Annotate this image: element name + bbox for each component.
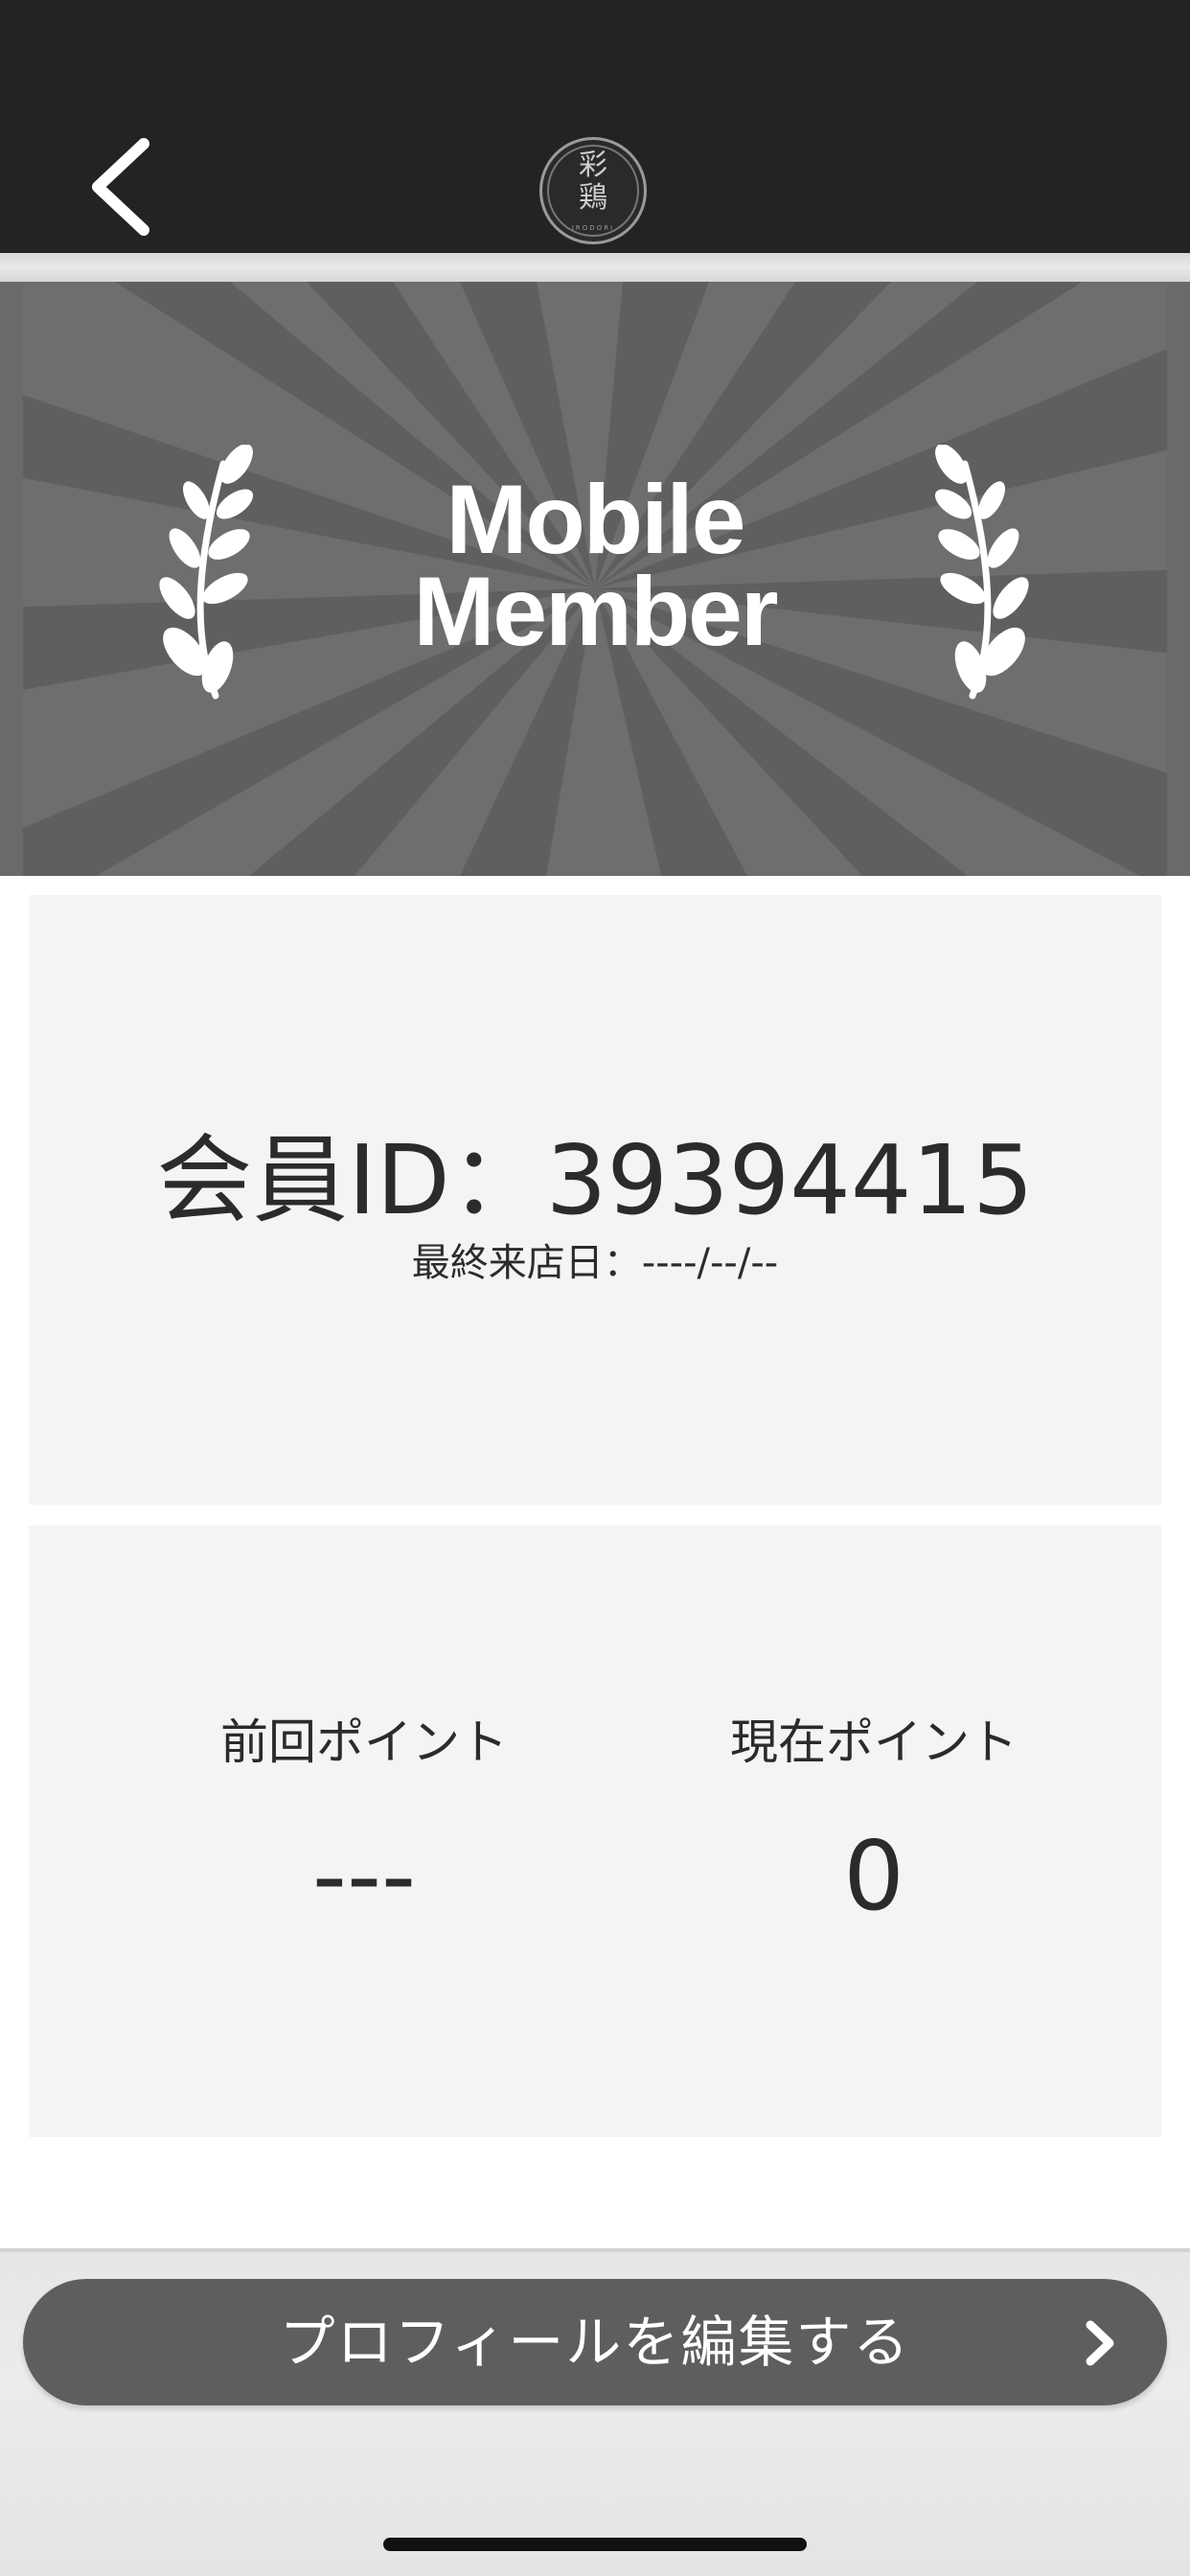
previous-points-value: --- <box>311 1820 417 1932</box>
current-points-label: 現在ポイント <box>730 1714 1018 1770</box>
texture-strip <box>0 253 1190 282</box>
current-points-value: 0 <box>843 1820 904 1932</box>
points-card: 前回ポイント --- 現在ポイント 0 <box>29 1526 1161 2137</box>
navigation-bar: 彩 鶏 IRODORI <box>0 0 1190 253</box>
current-points: 現在ポイント 0 <box>634 1714 1113 1934</box>
member-id-card: 会員ID：39394415 最終来店日：----/--/-- <box>29 895 1161 1505</box>
back-button[interactable] <box>77 125 163 249</box>
logo-subtext: IRODORI <box>571 224 615 232</box>
member-banner: Mobile Member <box>0 282 1190 876</box>
laurel-branch-icon-right <box>934 445 1040 703</box>
store-logo: 彩 鶏 IRODORI <box>539 137 647 244</box>
last-visit-date: 最終来店日：----/--/-- <box>411 1241 779 1285</box>
previous-points-label: 前回ポイント <box>220 1714 508 1770</box>
chevron-left-icon <box>92 138 149 236</box>
home-indicator[interactable] <box>383 2538 807 2551</box>
logo-character-1: 彩 <box>579 149 607 182</box>
member-id: 会員ID：39394415 <box>156 1124 1034 1236</box>
edit-profile-label: プロフィールを編集する <box>279 2310 911 2375</box>
previous-points: 前回ポイント --- <box>125 1714 604 1934</box>
chevron-right-icon <box>1081 2319 1119 2367</box>
edit-profile-button[interactable]: プロフィールを編集する <box>23 2279 1167 2405</box>
logo-character-2: 鶏 <box>579 181 607 215</box>
